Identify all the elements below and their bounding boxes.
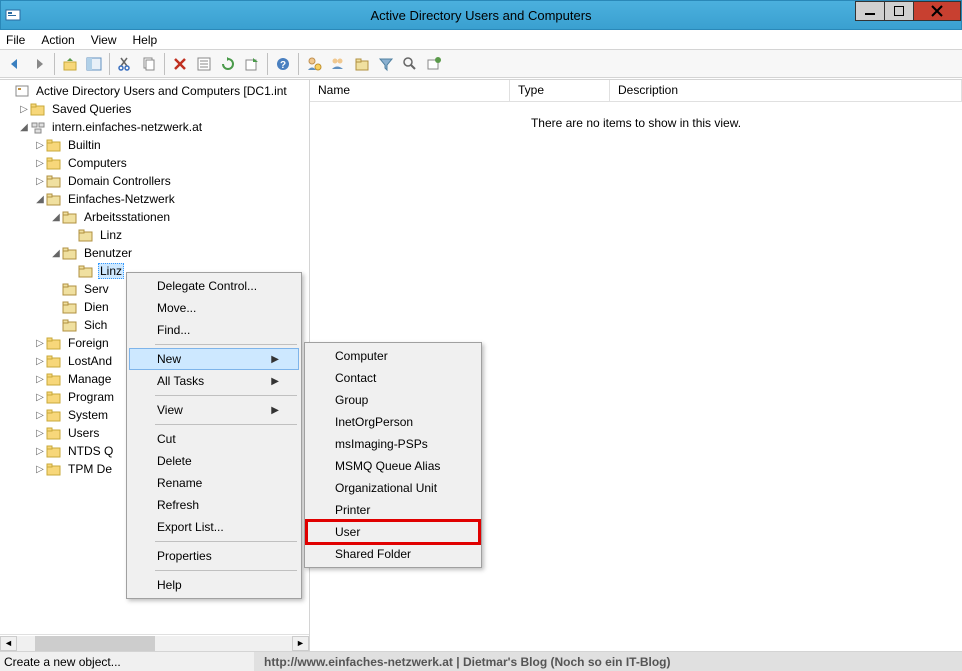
tree-arbeit[interactable]: ◢Arbeitsstationen: [0, 208, 309, 226]
find-icon[interactable]: [399, 53, 421, 75]
ctx-view[interactable]: View▶: [129, 399, 299, 421]
toolbar: ?: [0, 50, 962, 78]
tree-builtin[interactable]: ▷Builtin: [0, 136, 309, 154]
filter-icon[interactable]: [375, 53, 397, 75]
svg-text:?: ?: [280, 60, 286, 71]
col-name[interactable]: Name: [310, 80, 510, 101]
window-title: Active Directory Users and Computers: [370, 8, 591, 23]
ctx-rename[interactable]: Rename: [129, 472, 299, 494]
new-user-icon[interactable]: [303, 53, 325, 75]
ctx-move[interactable]: Move...: [129, 297, 299, 319]
show-hide-tree-button[interactable]: [83, 53, 105, 75]
refresh-icon[interactable]: [217, 53, 239, 75]
new-printer[interactable]: Printer: [307, 499, 479, 521]
tree-domain[interactable]: ◢intern.einfaches-netzwerk.at: [0, 118, 309, 136]
ctx-alltasks[interactable]: All Tasks▶: [129, 370, 299, 392]
new-user[interactable]: User: [307, 521, 479, 543]
titlebar: Active Directory Users and Computers: [0, 0, 962, 30]
ctx-refresh[interactable]: Refresh: [129, 494, 299, 516]
ctx-find[interactable]: Find...: [129, 319, 299, 341]
new-sharedfolder[interactable]: Shared Folder: [307, 543, 479, 565]
watermark-text: http://www.einfaches-netzwerk.at | Dietm…: [254, 652, 962, 671]
export-icon[interactable]: [241, 53, 263, 75]
context-submenu-new: Computer Contact Group InetOrgPerson msI…: [304, 342, 482, 568]
new-group-icon[interactable]: [327, 53, 349, 75]
new-group[interactable]: Group: [307, 389, 479, 411]
menu-action[interactable]: Action: [41, 33, 74, 47]
minimize-button[interactable]: [855, 1, 885, 21]
context-menu-node: Delegate Control... Move... Find... New▶…: [126, 272, 302, 599]
new-contact[interactable]: Contact: [307, 367, 479, 389]
new-inetorg[interactable]: InetOrgPerson: [307, 411, 479, 433]
ctx-delegate[interactable]: Delegate Control...: [129, 275, 299, 297]
menu-help[interactable]: Help: [133, 33, 158, 47]
tree-linz1[interactable]: ▷Linz: [0, 226, 309, 244]
ctx-help[interactable]: Help: [129, 574, 299, 596]
help-icon[interactable]: ?: [272, 53, 294, 75]
forward-button[interactable]: [28, 53, 50, 75]
close-button[interactable]: [913, 1, 961, 21]
new-msimaging[interactable]: msImaging-PSPs: [307, 433, 479, 455]
new-computer[interactable]: Computer: [307, 345, 479, 367]
menubar: File Action View Help: [0, 30, 962, 50]
statusbar: Create a new object... http://www.einfac…: [0, 651, 962, 671]
ctx-export[interactable]: Export List...: [129, 516, 299, 538]
add-criteria-icon[interactable]: [423, 53, 445, 75]
tree-horizontal-scrollbar[interactable]: ◄►: [0, 634, 309, 651]
new-msmq[interactable]: MSMQ Queue Alias: [307, 455, 479, 477]
tree-benutzer[interactable]: ◢Benutzer: [0, 244, 309, 262]
tree-root[interactable]: ▶Active Directory Users and Computers [D…: [0, 82, 309, 100]
ctx-new[interactable]: New▶: [129, 348, 299, 370]
copy-icon[interactable]: [138, 53, 160, 75]
up-button[interactable]: [59, 53, 81, 75]
list-header[interactable]: Name Type Description: [310, 80, 962, 102]
tree-dc[interactable]: ▷Domain Controllers: [0, 172, 309, 190]
submenu-arrow-icon: ▶: [271, 354, 279, 365]
delete-icon[interactable]: [169, 53, 191, 75]
col-type[interactable]: Type: [510, 80, 610, 101]
ctx-properties[interactable]: Properties: [129, 545, 299, 567]
tree-saved-queries[interactable]: ▷Saved Queries: [0, 100, 309, 118]
ctx-delete[interactable]: Delete: [129, 450, 299, 472]
app-icon: [1, 7, 25, 23]
empty-list-message: There are no items to show in this view.: [310, 102, 962, 130]
new-ou-icon[interactable]: [351, 53, 373, 75]
menu-view[interactable]: View: [91, 33, 117, 47]
tree-computers[interactable]: ▷Computers: [0, 154, 309, 172]
new-ou[interactable]: Organizational Unit: [307, 477, 479, 499]
status-text: Create a new object...: [0, 655, 254, 669]
tree-en[interactable]: ◢Einfaches-Netzwerk: [0, 190, 309, 208]
ctx-cut[interactable]: Cut: [129, 428, 299, 450]
properties-icon[interactable]: [193, 53, 215, 75]
maximize-button[interactable]: [884, 1, 914, 21]
menu-file[interactable]: File: [6, 33, 25, 47]
cut-icon[interactable]: [114, 53, 136, 75]
back-button[interactable]: [4, 53, 26, 75]
col-desc[interactable]: Description: [610, 80, 962, 101]
